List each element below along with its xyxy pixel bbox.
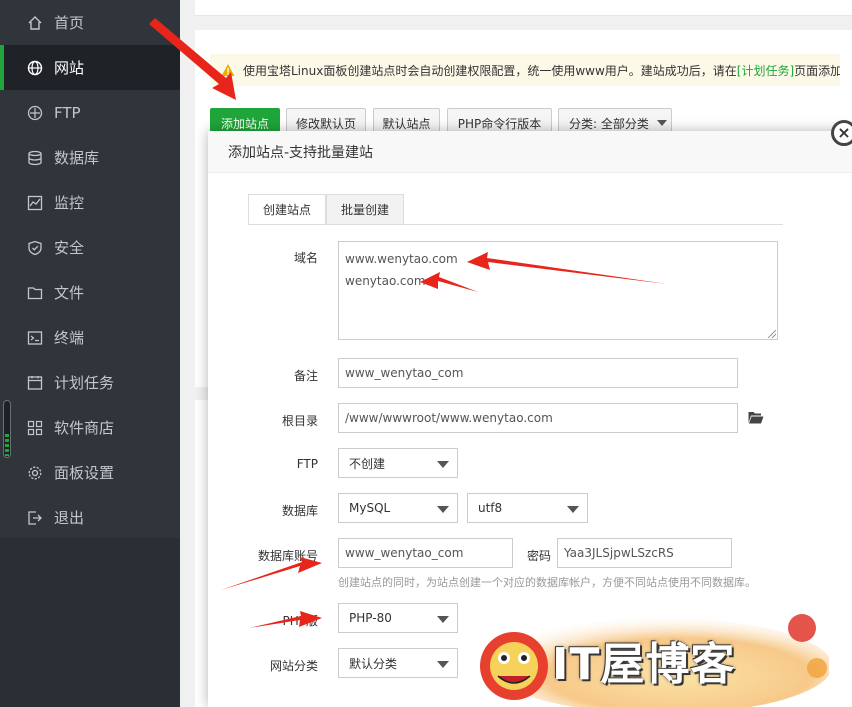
chevron-down-icon [437, 616, 449, 623]
php-version-select[interactable]: PHP-80 [338, 603, 458, 633]
ftp-icon [27, 105, 43, 121]
sidebar-item-security[interactable]: 安全 [0, 225, 180, 270]
database-label: 数据库 [281, 504, 318, 518]
home-icon [27, 15, 43, 31]
database-type-value: MySQL [349, 501, 391, 515]
root-dir-label: 根目录 [281, 414, 318, 428]
grid-icon [27, 420, 43, 436]
dialog-title: 添加站点-支持批量建站 [208, 131, 852, 173]
cron-link[interactable]: [计划任务] [737, 62, 794, 79]
site-category-select[interactable]: 默认分类 [338, 648, 458, 678]
sidebar-item-label: 网站 [54, 59, 85, 77]
sidebar-item-label: 首页 [54, 14, 85, 32]
domain-line: wenytao.com [345, 274, 426, 288]
folder-open-icon[interactable] [748, 411, 764, 424]
sidebar-item-label: 退出 [54, 509, 85, 527]
sidebar-item-ftp[interactable]: FTP [0, 90, 180, 135]
site-category-value: 默认分类 [349, 656, 398, 671]
sidebar-item-label: 安全 [54, 239, 85, 257]
password-input[interactable]: Yaa3JLSjpwLSzcRS [557, 538, 732, 568]
globe-icon [27, 60, 43, 76]
sidebar-item-label: FTP [54, 103, 81, 122]
sidebar-item-website[interactable]: 网站 [0, 45, 180, 90]
warning-icon [221, 63, 235, 77]
sidebar-scroll-indicator[interactable] [3, 400, 11, 458]
chevron-down-icon [437, 506, 449, 513]
remark-label: 备注 [293, 369, 318, 383]
dialog-tabs: 创建站点 批量创建 [248, 194, 405, 225]
sidebar-item-settings[interactable]: 面板设置 [0, 450, 180, 495]
domain-line: www.wenytao.com [345, 252, 458, 266]
password-label: 密码 [526, 549, 551, 563]
sidebar-item-monitor[interactable]: 监控 [0, 180, 180, 225]
watermark-text: IT屋博客 [552, 639, 736, 690]
chevron-down-icon [656, 120, 667, 126]
close-dialog-button[interactable]: × [831, 120, 852, 146]
db-hint-text: 创建站点的同时，为站点创建一个对应的数据库帐户，方便不同站点使用不同数据库。 [338, 576, 756, 589]
database-charset-value: utf8 [478, 501, 503, 515]
close-icon: × [837, 123, 851, 142]
domain-textarea[interactable]: www.wenytao.com wenytao.com [338, 241, 778, 340]
sidebar-item-label: 面板设置 [54, 464, 115, 482]
notice-text-tail: 页面添加定 [794, 63, 840, 78]
database-icon [27, 150, 43, 166]
resize-handle[interactable] [768, 330, 776, 338]
sidebar-item-label: 终端 [54, 329, 85, 347]
top-card [195, 0, 852, 16]
gear-icon [27, 465, 43, 481]
sidebar-item-home[interactable]: 首页 [0, 0, 180, 45]
category-filter-label: 分类: 全部分类 [569, 116, 649, 131]
chevron-down-icon [437, 661, 449, 668]
sidebar-item-label: 文件 [54, 284, 85, 302]
tab-batch-create[interactable]: 批量创建 [326, 194, 405, 225]
database-type-select[interactable]: MySQL [338, 493, 458, 523]
sidebar-item-cron[interactable]: 计划任务 [0, 360, 180, 405]
sidebar-item-label: 数据库 [54, 149, 100, 167]
watermark-logo: IT屋博客 [472, 608, 832, 707]
tab-create-site[interactable]: 创建站点 [248, 194, 327, 225]
ftp-select[interactable]: 不创建 [338, 448, 458, 478]
sidebar-item-database[interactable]: 数据库 [0, 135, 180, 180]
sidebar-item-label: 监控 [54, 194, 85, 212]
clock-icon [27, 375, 43, 391]
sidebar-item-label: 软件商店 [54, 419, 115, 437]
sidebar-item-label: 计划任务 [54, 374, 115, 392]
chevron-down-icon [437, 461, 449, 468]
tab-divider [248, 224, 783, 225]
chevron-down-icon [567, 506, 579, 513]
sidebar-item-files[interactable]: 文件 [0, 270, 180, 315]
domain-label: 域名 [293, 251, 318, 265]
ftp-label: FTP [296, 457, 318, 471]
site-category-label: 网站分类 [269, 659, 318, 673]
root-dir-input[interactable]: /www/wwwroot/www.wenytao.com [338, 403, 738, 433]
sidebar-item-terminal[interactable]: 终端 [0, 315, 180, 360]
remark-input[interactable]: www_wenytao_com [338, 358, 738, 388]
sidebar-item-app-store[interactable]: 软件商店 [0, 405, 180, 450]
terminal-icon [27, 330, 43, 346]
exit-icon [27, 510, 43, 526]
sidebar: 首页 网站 FTP 数据库 监控 安全 文件 终端 计划任务 软件商店 面板设置… [0, 0, 180, 707]
folder-icon [27, 285, 43, 301]
db-account-label: 数据库账号 [257, 549, 318, 563]
sidebar-footer [0, 538, 180, 707]
shield-icon [27, 240, 43, 256]
sidebar-item-logout[interactable]: 退出 [0, 495, 180, 540]
monitor-icon [27, 195, 43, 211]
php-version-value: PHP-80 [349, 611, 392, 625]
notice-banner: 使用宝塔Linux面板创建站点时会自动创建权限配置，统一使用www用户。建站成功… [210, 54, 840, 86]
notice-text: 使用宝塔Linux面板创建站点时会自动创建权限配置，统一使用www用户。建站成功… [243, 63, 737, 78]
php-version-label: PHP版 [282, 614, 319, 628]
database-charset-select[interactable]: utf8 [467, 493, 588, 523]
ftp-select-value: 不创建 [349, 456, 386, 471]
